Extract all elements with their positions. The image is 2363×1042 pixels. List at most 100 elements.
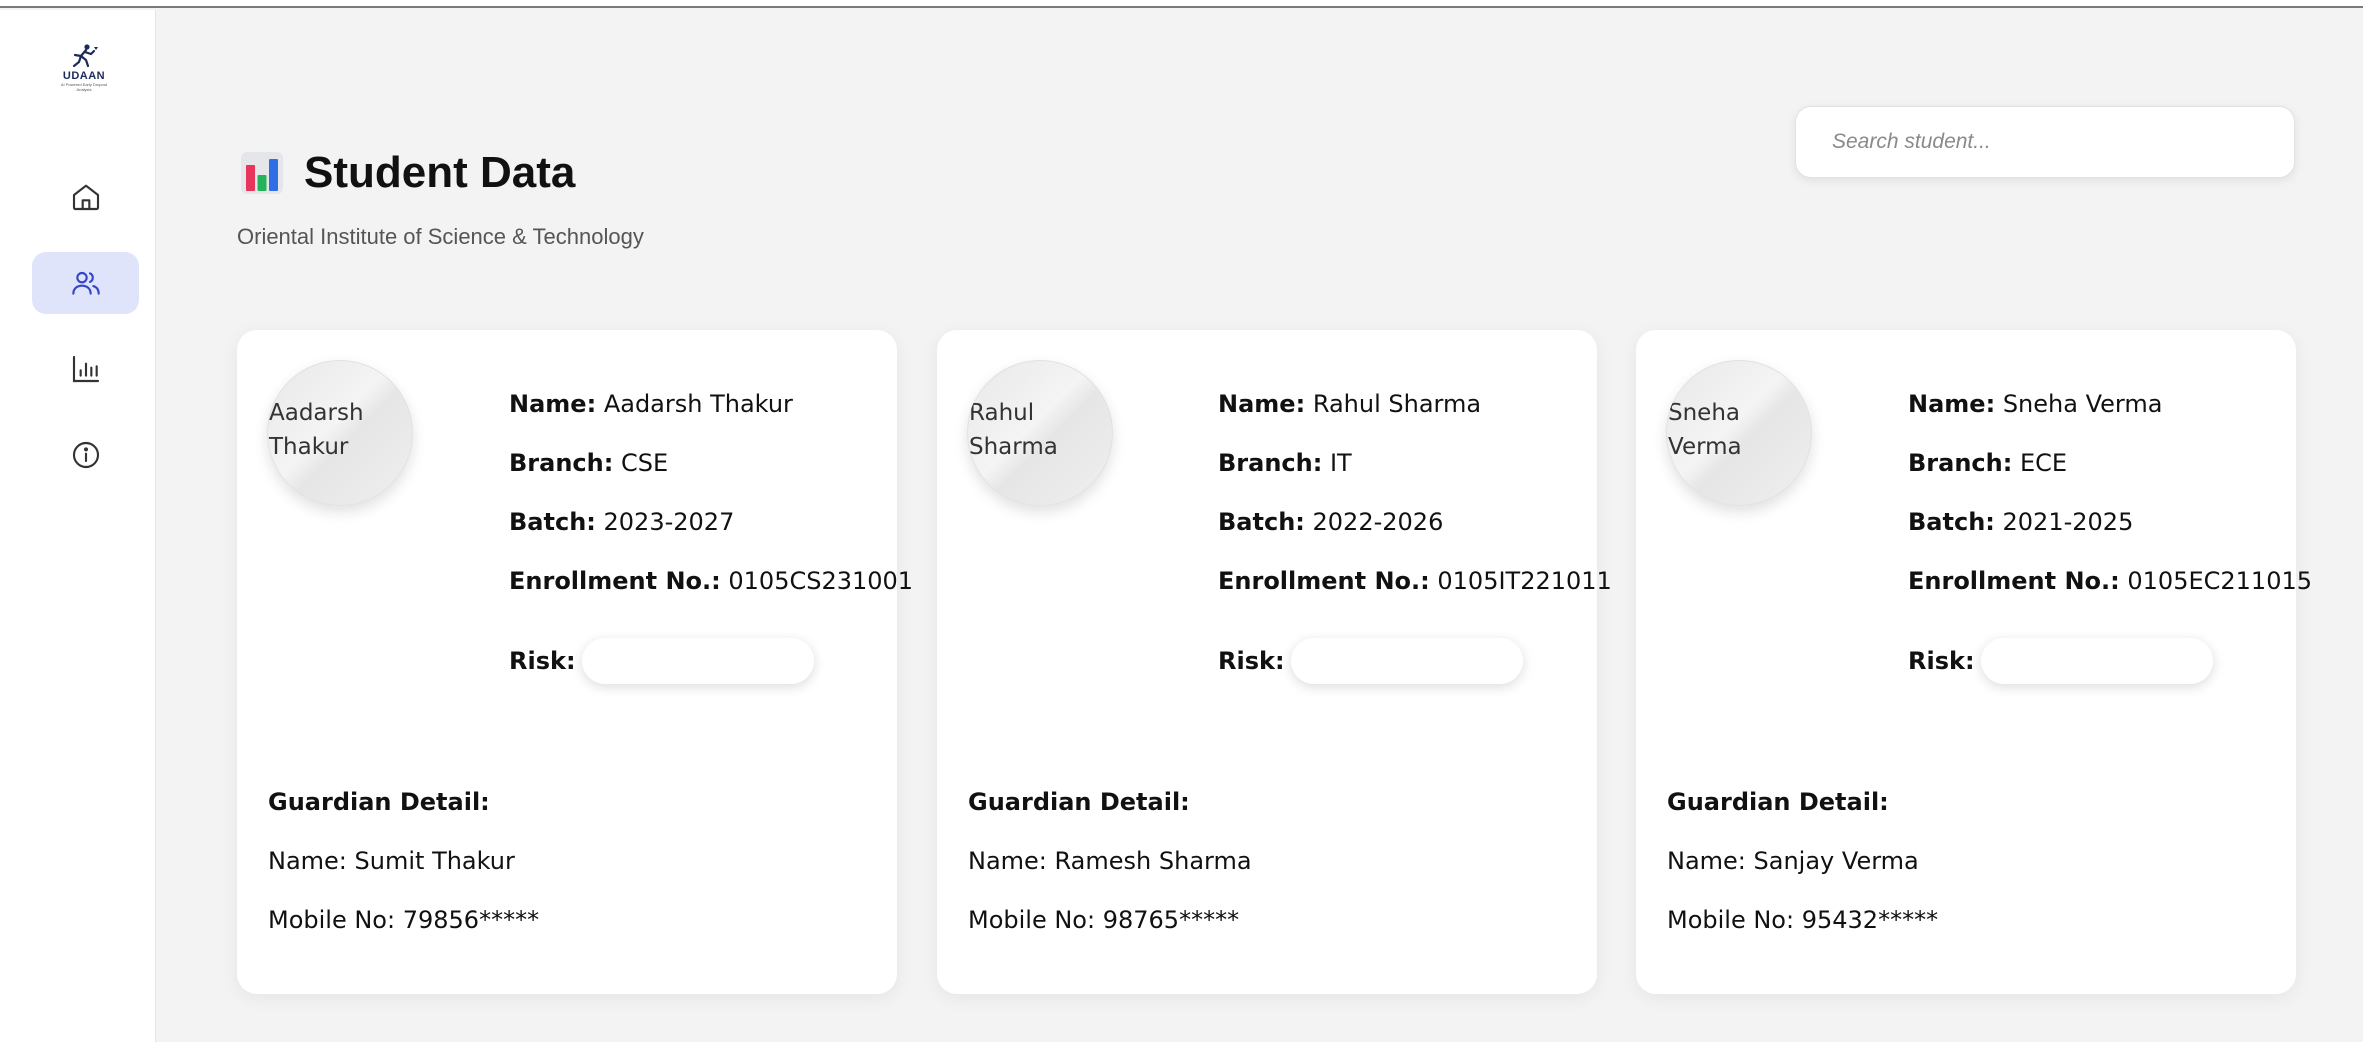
student-name: Aadarsh Thakur	[603, 390, 793, 418]
sidebar: UDAAN AI Powered Early Dropout Analysis	[0, 10, 156, 1042]
runner-logo-icon	[72, 44, 98, 68]
branch-label: Branch:	[509, 449, 614, 477]
guardian-mobile: Mobile No: 95432*****	[1667, 906, 1938, 965]
student-info: Name: Sneha Verma Branch: ECE Batch: 202…	[1908, 390, 2312, 684]
name-label: Name:	[1908, 390, 1996, 418]
guardian-mobile-value: 95432*****	[1801, 906, 1939, 934]
guardian-name-value: Ramesh Sharma	[1054, 847, 1252, 875]
enrollment-label: Enrollment No.:	[509, 567, 721, 595]
guardian-mobile-value: 79856*****	[402, 906, 540, 934]
search-input[interactable]	[1795, 106, 2295, 178]
page-header: Student Data	[240, 148, 575, 198]
guardian-mobile: Mobile No: 98765*****	[968, 906, 1252, 965]
student-batch: 2021-2025	[2002, 508, 2134, 536]
guardian-mobile-label: Mobile No:	[968, 906, 1096, 934]
guardian-name-label: Name:	[268, 847, 347, 875]
student-photo-alt: Sneha Verma	[1668, 400, 1742, 460]
sidebar-item-students[interactable]	[32, 252, 139, 314]
risk-badge	[1290, 638, 1523, 684]
student-batch: 2023-2027	[603, 508, 735, 536]
risk-badge	[1980, 638, 2213, 684]
student-photo-alt: Aadarsh Thakur	[269, 400, 364, 460]
student-enrollment: 0105EC211015	[2127, 567, 2313, 595]
student-name: Sneha Verma	[2002, 390, 2163, 418]
sidebar-item-about[interactable]	[32, 424, 139, 486]
student-enrollment-row: Enrollment No.: 0105CS231001	[509, 567, 913, 626]
student-enrollment-row: Enrollment No.: 0105IT221011	[1218, 567, 1612, 626]
student-name: Rahul Sharma	[1312, 390, 1482, 418]
student-enrollment-row: Enrollment No.: 0105EC211015	[1908, 567, 2312, 626]
student-enrollment: 0105CS231001	[728, 567, 914, 595]
bar-chart-icon	[72, 355, 99, 383]
guardian-name: Name: Sumit Thakur	[268, 847, 539, 906]
guardian-mobile-label: Mobile No:	[1667, 906, 1795, 934]
logo-text: UDAAN	[62, 70, 106, 82]
batch-label: Batch:	[1218, 508, 1305, 536]
branch-label: Branch:	[1908, 449, 2013, 477]
guardian-name-value: Sanjay Verma	[1753, 847, 1919, 875]
student-photo-alt: Rahul Sharma	[969, 400, 1058, 460]
info-icon	[72, 441, 99, 469]
student-card[interactable]: Sneha Verma Name: Sneha Verma Branch: EC…	[1636, 330, 2312, 994]
guardian-mobile: Mobile No: 79856*****	[268, 906, 539, 965]
guardian-mobile-value: 98765*****	[1102, 906, 1240, 934]
student-branch: CSE	[620, 449, 669, 477]
bar-chart-emoji-icon	[241, 152, 283, 194]
guardian-detail: Guardian Detail: Name: Sanjay Verma Mobi…	[1667, 788, 1938, 965]
student-risk-row: Risk:	[1908, 638, 2312, 684]
student-name-row: Name: Rahul Sharma	[1218, 390, 1612, 449]
sidebar-item-analytics[interactable]	[32, 338, 139, 400]
student-photo: Aadarsh Thakur	[267, 360, 413, 506]
student-batch-row: Batch: 2022-2026	[1218, 508, 1612, 567]
home-icon	[72, 184, 99, 211]
student-photo: Rahul Sharma	[967, 360, 1113, 506]
student-card[interactable]: Aadarsh Thakur Name: Aadarsh Thakur Bran…	[237, 330, 913, 994]
users-icon	[71, 271, 100, 295]
student-branch-row: Branch: ECE	[1908, 449, 2312, 508]
student-branch: ECE	[2019, 449, 2068, 477]
student-enrollment: 0105IT221011	[1437, 567, 1612, 595]
risk-label: Risk:	[509, 647, 576, 675]
risk-label: Risk:	[1908, 647, 1975, 675]
student-risk-row: Risk:	[1218, 638, 1612, 684]
student-batch: 2022-2026	[1312, 508, 1444, 536]
page-title: Student Data	[304, 148, 576, 197]
student-info: Name: Rahul Sharma Branch: IT Batch: 202…	[1218, 390, 1612, 684]
student-photo: Sneha Verma	[1666, 360, 1812, 506]
guardian-name: Name: Sanjay Verma	[1667, 847, 1938, 906]
guardian-name: Name: Ramesh Sharma	[968, 847, 1252, 906]
institute-subtitle: Oriental Institute of Science & Technolo…	[237, 224, 644, 249]
student-batch-row: Batch: 2023-2027	[509, 508, 913, 567]
branch-label: Branch:	[1218, 449, 1323, 477]
student-branch-row: Branch: IT	[1218, 449, 1612, 508]
app-logo[interactable]: UDAAN AI Powered Early Dropout Analysis	[54, 44, 114, 108]
logo-tagline: AI Powered Early Dropout Analysis	[60, 82, 108, 92]
student-name-row: Name: Sneha Verma	[1908, 390, 2312, 449]
batch-label: Batch:	[509, 508, 596, 536]
guardian-heading: Guardian Detail:	[968, 788, 1190, 816]
guardian-mobile-label: Mobile No:	[268, 906, 396, 934]
student-card[interactable]: Rahul Sharma Name: Rahul Sharma Branch: …	[937, 330, 1612, 994]
guardian-detail: Guardian Detail: Name: Ramesh Sharma Mob…	[968, 788, 1252, 965]
student-name-row: Name: Aadarsh Thakur	[509, 390, 913, 449]
guardian-heading: Guardian Detail:	[268, 788, 490, 816]
guardian-name-value: Sumit Thakur	[354, 847, 515, 875]
enrollment-label: Enrollment No.:	[1218, 567, 1430, 595]
student-branch: IT	[1329, 449, 1352, 477]
window-top-border	[0, 0, 2363, 8]
batch-label: Batch:	[1908, 508, 1995, 536]
guardian-name-label: Name:	[968, 847, 1047, 875]
guardian-heading: Guardian Detail:	[1667, 788, 1889, 816]
risk-label: Risk:	[1218, 647, 1285, 675]
risk-badge	[581, 638, 814, 684]
student-info: Name: Aadarsh Thakur Branch: CSE Batch: …	[509, 390, 913, 684]
sidebar-item-home[interactable]	[32, 166, 139, 228]
enrollment-label: Enrollment No.:	[1908, 567, 2120, 595]
student-batch-row: Batch: 2021-2025	[1908, 508, 2312, 567]
student-risk-row: Risk:	[509, 638, 913, 684]
name-label: Name:	[1218, 390, 1306, 418]
guardian-name-label: Name:	[1667, 847, 1746, 875]
guardian-detail: Guardian Detail: Name: Sumit Thakur Mobi…	[268, 788, 539, 965]
name-label: Name:	[509, 390, 597, 418]
student-branch-row: Branch: CSE	[509, 449, 913, 508]
